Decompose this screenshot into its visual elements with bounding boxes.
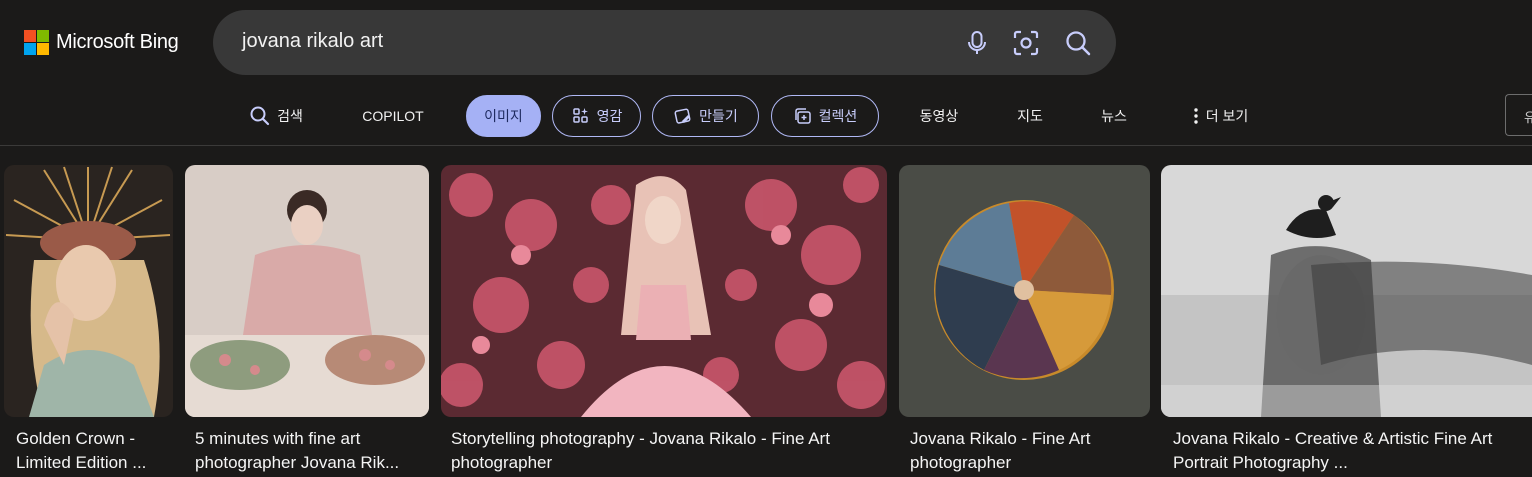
search-icon: [250, 106, 270, 126]
tab-collections[interactable]: 컬렉션: [771, 95, 879, 137]
header: Microsoft Bing jovana rikalo art: [0, 0, 1532, 85]
tab-search-label: 검색: [277, 108, 303, 124]
tab-copilot[interactable]: COPILOT: [354, 95, 432, 137]
logo-text: Microsoft Bing: [56, 31, 179, 53]
divider: [0, 145, 1532, 146]
search-input[interactable]: jovana rikalo art: [242, 30, 383, 53]
result-image-3[interactable]: [441, 165, 887, 417]
tab-more-label: 더 보기: [1205, 108, 1249, 124]
tab-search[interactable]: 검색: [244, 95, 308, 137]
image-create-icon: [674, 108, 691, 124]
tab-images[interactable]: 이미지: [466, 95, 541, 137]
result-thumbnail: [441, 165, 887, 417]
collection-add-icon: [794, 108, 811, 124]
result-thumbnail: [1161, 165, 1532, 417]
tab-news[interactable]: 뉴스: [1092, 95, 1136, 137]
caption-line: Jovana Rikalo - Creative & Artistic Fine…: [1173, 429, 1493, 448]
tab-inspiration-label: 영감: [596, 108, 623, 124]
edge-filter-button[interactable]: 유: [1505, 94, 1532, 136]
tab-news-label: 뉴스: [1101, 108, 1127, 124]
caption-line: 5 minutes with fine art: [195, 429, 361, 448]
tab-copilot-label: COPILOT: [362, 108, 424, 124]
tab-more[interactable]: 더 보기: [1182, 95, 1258, 137]
bing-logo[interactable]: Microsoft Bing: [24, 30, 179, 55]
caption-line: photographer Jovana Rik...: [195, 453, 400, 472]
result-caption-3[interactable]: Storytelling photography - Jovana Rikalo…: [451, 427, 881, 475]
tab-create[interactable]: 만들기: [652, 95, 759, 137]
result-thumbnail: [185, 165, 429, 417]
tab-collections-label: 컬렉션: [818, 108, 858, 124]
caption-line: Storytelling photography - Jovana Rikalo…: [451, 429, 830, 448]
sparkle-grid-icon: [572, 108, 588, 123]
result-image-5[interactable]: [1161, 165, 1532, 417]
more-vertical-icon: [1194, 108, 1198, 124]
result-image-1[interactable]: [4, 165, 173, 417]
microphone-icon[interactable]: [962, 28, 992, 58]
edge-filter-label: 유: [1524, 110, 1532, 125]
tab-inspiration[interactable]: 영감: [552, 95, 641, 137]
caption-line: Limited Edition ...: [16, 453, 147, 472]
tab-maps-label: 지도: [1017, 108, 1043, 124]
tab-images-label: 이미지: [484, 108, 523, 124]
result-thumbnail: [4, 165, 173, 417]
result-caption-4[interactable]: Jovana Rikalo - Fine Art photographer: [910, 427, 1145, 475]
result-caption-2[interactable]: 5 minutes with fine art photographer Jov…: [195, 427, 425, 475]
nav-bar: 검색 COPILOT 이미지 영감 만들기 컬렉션 동영상 지도 뉴스 더 보기: [0, 92, 1532, 138]
tab-create-label: 만들기: [699, 108, 738, 124]
search-box[interactable]: jovana rikalo art: [213, 10, 1116, 75]
caption-line: Golden Crown -: [16, 429, 136, 448]
tab-videos-label: 동영상: [919, 108, 959, 124]
caption-line: photographer: [451, 453, 553, 472]
visual-search-icon[interactable]: [1011, 28, 1041, 58]
result-image-4[interactable]: [899, 165, 1150, 417]
caption-line: Portrait Photography ...: [1173, 453, 1348, 472]
search-icon[interactable]: [1063, 28, 1093, 58]
microsoft-logo-icon: [24, 30, 49, 55]
result-image-2[interactable]: [185, 165, 429, 417]
result-caption-5[interactable]: Jovana Rikalo - Creative & Artistic Fine…: [1173, 427, 1528, 475]
result-thumbnail: [899, 165, 1150, 417]
tab-videos[interactable]: 동영상: [910, 95, 968, 137]
result-caption-1[interactable]: Golden Crown - Limited Edition ...: [16, 427, 176, 475]
tab-maps[interactable]: 지도: [1008, 95, 1052, 137]
caption-line: Jovana Rikalo - Fine Art: [910, 429, 1091, 448]
caption-line: photographer: [910, 453, 1012, 472]
